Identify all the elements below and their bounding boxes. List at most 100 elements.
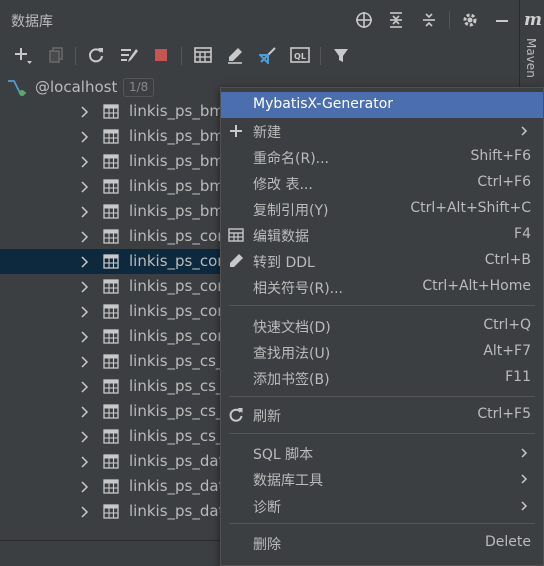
table-icon xyxy=(103,479,119,494)
chevron-right-icon[interactable] xyxy=(78,206,90,218)
table-icon xyxy=(103,179,119,194)
plus-icon xyxy=(228,123,244,139)
database-toolbar: QL xyxy=(0,40,519,72)
menu-item-label: 快速文档(D) xyxy=(253,320,331,336)
menu-item-label: 编辑数据 xyxy=(253,229,309,245)
chevron-right-icon[interactable] xyxy=(78,431,90,443)
refresh-icon xyxy=(228,407,244,423)
menu-item-add-bookmark[interactable]: 添加书签(B) F11 xyxy=(221,365,543,391)
crosshair-icon[interactable] xyxy=(353,9,375,31)
schema-count-badge: 1/8 xyxy=(123,78,155,97)
table-icon xyxy=(103,254,119,269)
menu-item-shortcut: Ctrl+F5 xyxy=(477,406,531,422)
chevron-right-icon[interactable] xyxy=(78,406,90,418)
menu-item-quick-doc[interactable]: 快速文档(D) Ctrl+Q xyxy=(221,313,543,339)
table-icon xyxy=(103,354,119,369)
chevron-right-icon[interactable] xyxy=(78,156,90,168)
chevron-right-icon[interactable] xyxy=(78,231,90,243)
menu-separator xyxy=(229,523,535,524)
chevron-right-icon[interactable] xyxy=(78,506,90,518)
copy-icon[interactable] xyxy=(45,44,67,66)
menu-item-delete[interactable]: 删除 Delete xyxy=(221,530,543,556)
jump-to-source-icon[interactable] xyxy=(257,44,279,66)
menu-item-new[interactable]: 新建 xyxy=(221,118,543,144)
menu-separator xyxy=(229,396,535,397)
table-icon xyxy=(103,454,119,469)
menu-item-label: 删除 xyxy=(253,537,281,553)
menu-item-shortcut: Alt+F7 xyxy=(483,343,531,359)
chevron-right-icon[interactable] xyxy=(78,256,90,268)
gear-icon[interactable] xyxy=(459,9,481,31)
menu-item-label: 转到 DDL xyxy=(253,255,315,271)
table-icon xyxy=(103,229,119,244)
table-icon xyxy=(103,429,119,444)
panel-header: 数据库 xyxy=(0,0,519,40)
submenu-arrow-icon xyxy=(521,474,528,484)
menu-item-label: 数据库工具 xyxy=(253,473,323,489)
menu-separator xyxy=(229,305,535,306)
chevron-right-icon[interactable] xyxy=(78,131,90,143)
expand-all-icon[interactable] xyxy=(385,9,407,31)
filter-icon[interactable] xyxy=(330,44,352,66)
table-icon xyxy=(103,304,119,319)
chevron-right-icon[interactable] xyxy=(78,481,90,493)
menu-item-shortcut: Ctrl+F6 xyxy=(477,174,531,190)
menu-item-label: SQL 脚本 xyxy=(253,447,314,463)
datasource-root-label: @localhost xyxy=(35,78,118,96)
maven-label[interactable]: Maven xyxy=(524,38,538,78)
query-console-icon[interactable]: QL xyxy=(289,44,311,66)
menu-item-related-symbol[interactable]: 相关符号(R)... Ctrl+Alt+Home xyxy=(221,274,543,300)
menu-item-label: 新建 xyxy=(253,125,281,141)
menu-item-diagnostics[interactable]: 诊断 xyxy=(221,493,543,519)
menu-item-find-usages[interactable]: 查找用法(U) Alt+F7 xyxy=(221,339,543,365)
menu-item-shortcut: Delete xyxy=(485,534,531,550)
menu-item-label: 刷新 xyxy=(253,409,281,425)
refresh-icon[interactable] xyxy=(85,44,107,66)
chevron-right-icon[interactable] xyxy=(78,281,90,293)
add-icon[interactable] xyxy=(12,44,34,66)
chevron-right-icon[interactable] xyxy=(78,181,90,193)
collapse-all-icon[interactable] xyxy=(418,9,440,31)
menu-item-rename[interactable]: 重命名(R)... Shift+F6 xyxy=(221,144,543,170)
context-menu: MybatisX-Generator 新建 重命名(R)... Shift+F6… xyxy=(220,87,544,566)
table-icon xyxy=(103,379,119,394)
stop-icon[interactable] xyxy=(150,44,172,66)
datasource-icon xyxy=(6,77,28,97)
table-icon xyxy=(103,129,119,144)
menu-item-label: 相关符号(R)... xyxy=(253,281,344,297)
menu-item-shortcut: F4 xyxy=(514,226,531,242)
menu-item-label: 添加书签(B) xyxy=(253,372,330,388)
table-icon xyxy=(103,204,119,219)
menu-item-mybatisx-generator[interactable]: MybatisX-Generator xyxy=(221,92,543,118)
menu-item-label: MybatisX-Generator xyxy=(253,96,394,112)
table-icon xyxy=(103,329,119,344)
table-editor-icon[interactable] xyxy=(192,44,214,66)
table-icon xyxy=(228,227,244,243)
menu-item-database-tools[interactable]: 数据库工具 xyxy=(221,466,543,492)
table-icon xyxy=(103,404,119,419)
chevron-right-icon[interactable] xyxy=(78,381,90,393)
chevron-right-icon[interactable] xyxy=(78,106,90,118)
menu-item-edit-data[interactable]: 编辑数据 F4 xyxy=(221,222,543,248)
menu-item-modify-table[interactable]: 修改 表... Ctrl+F6 xyxy=(221,170,543,196)
table-icon xyxy=(103,104,119,119)
chevron-right-icon[interactable] xyxy=(78,356,90,368)
datasource-properties-icon[interactable] xyxy=(118,44,140,66)
menu-item-sql-scripts[interactable]: SQL 脚本 xyxy=(221,440,543,466)
menu-item-label: 复制引用(Y) xyxy=(253,203,329,219)
chevron-right-icon[interactable] xyxy=(78,306,90,318)
chevron-right-icon[interactable] xyxy=(78,456,90,468)
minimize-icon[interactable] xyxy=(491,9,513,31)
pencil-icon xyxy=(228,253,244,269)
edit-pencil-icon[interactable] xyxy=(224,44,246,66)
menu-item-refresh[interactable]: 刷新 Ctrl+F5 xyxy=(221,402,543,428)
menu-item-shortcut: Shift+F6 xyxy=(470,148,531,164)
chevron-right-icon[interactable] xyxy=(78,331,90,343)
menu-item-shortcut: Ctrl+Alt+Home xyxy=(422,278,531,294)
menu-item-goto-ddl[interactable]: 转到 DDL Ctrl+B xyxy=(221,248,543,274)
menu-item-copy-reference[interactable]: 复制引用(Y) Ctrl+Alt+Shift+C xyxy=(221,196,543,222)
maven-icon[interactable]: m xyxy=(523,10,543,30)
menu-item-label: 重命名(R)... xyxy=(253,151,330,167)
menu-item-label: 诊断 xyxy=(253,500,281,516)
submenu-arrow-icon xyxy=(521,448,528,458)
